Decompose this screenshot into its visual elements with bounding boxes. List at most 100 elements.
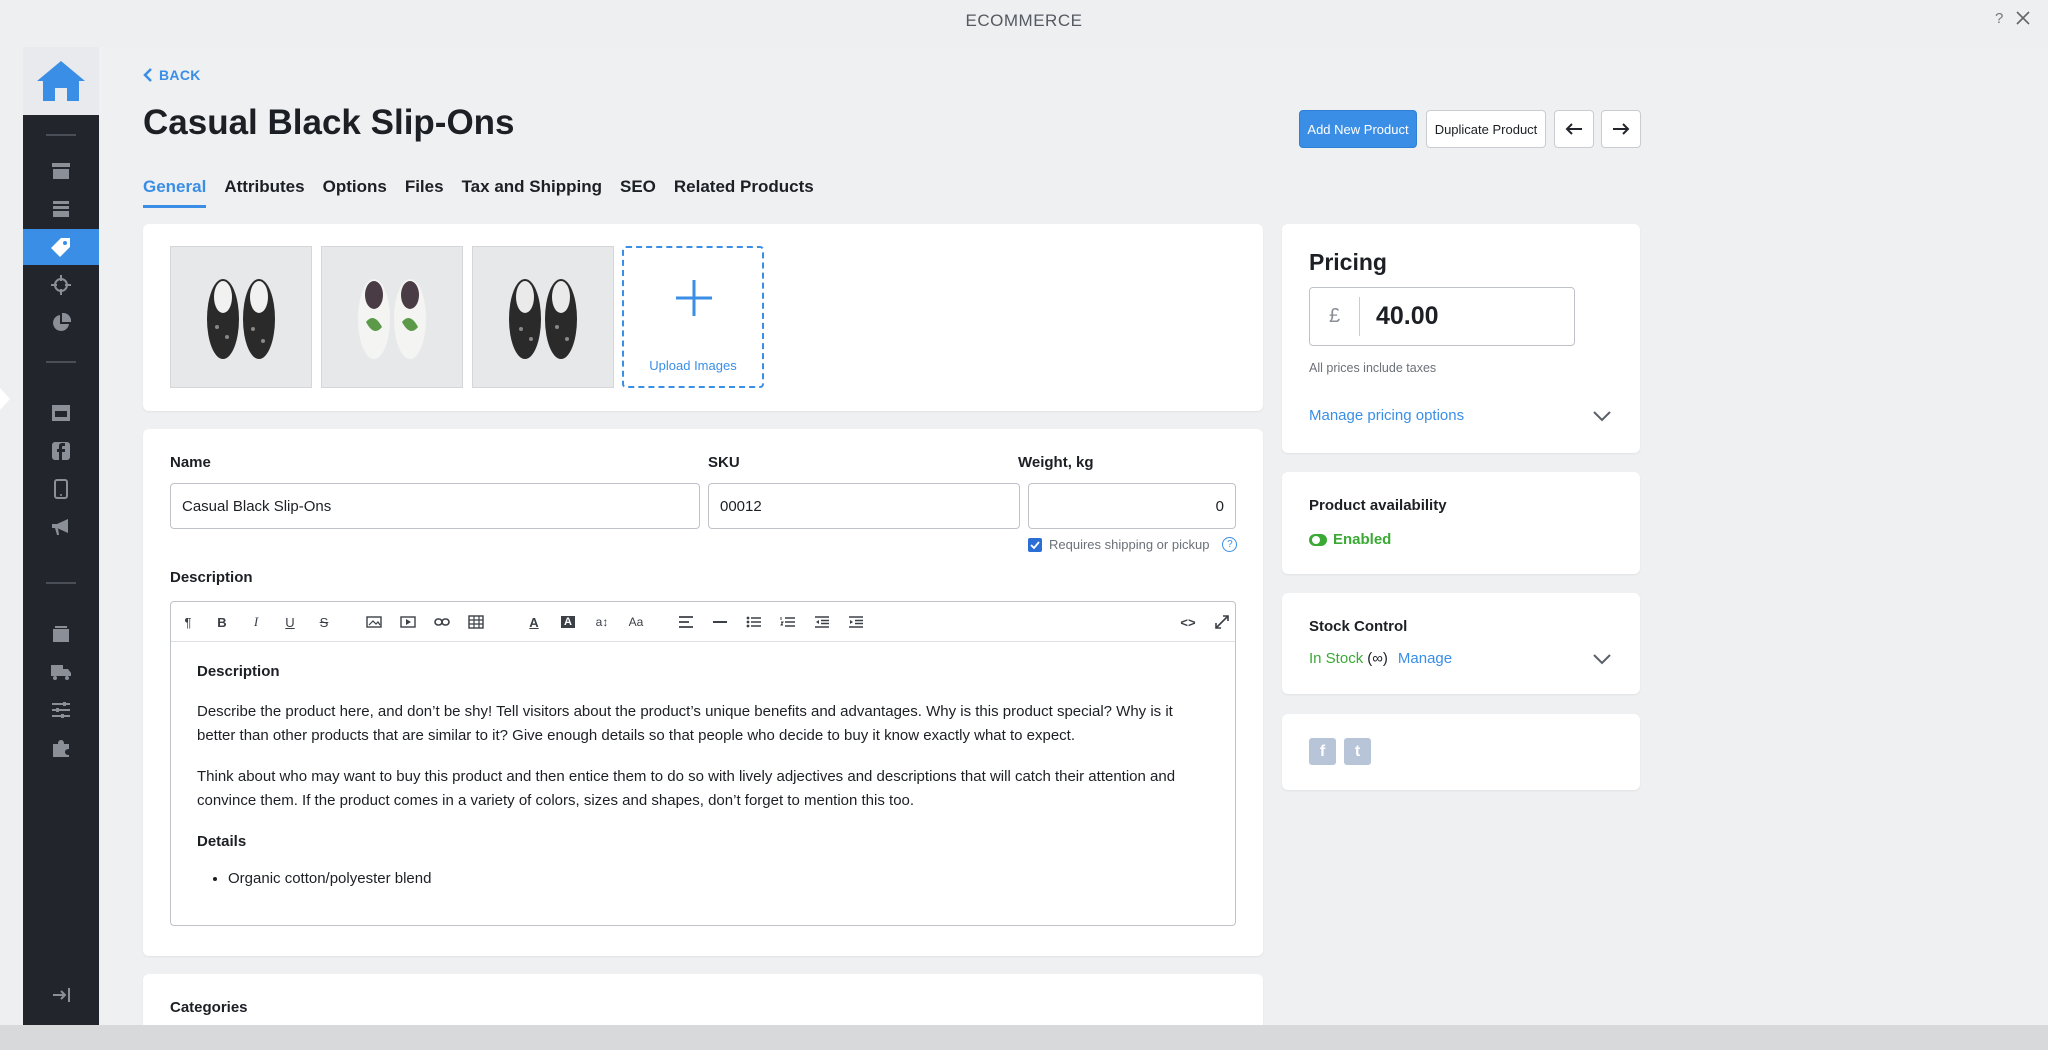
- shoe-image: [207, 279, 275, 359]
- sku-label: SKU: [708, 454, 740, 471]
- tab-tax-and-shipping[interactable]: Tax and Shipping: [462, 177, 602, 208]
- categories-card: Categories: [143, 974, 1263, 1025]
- sidebar-collapse-button[interactable]: [23, 977, 99, 1013]
- shoe-image: [509, 279, 577, 359]
- stock-quantity: (∞): [1367, 650, 1388, 667]
- background-color-icon[interactable]: A: [557, 612, 579, 632]
- main-content: BACK Casual Black Slip-Ons Add New Produ…: [99, 47, 2048, 1025]
- help-icon[interactable]: ?: [1222, 537, 1238, 552]
- link-icon[interactable]: [431, 612, 453, 632]
- strikethrough-icon[interactable]: S: [313, 612, 335, 632]
- tab-general[interactable]: General: [143, 177, 207, 208]
- availability-toggle[interactable]: Enabled: [1309, 531, 1391, 548]
- facebook-share-icon[interactable]: f: [1309, 738, 1336, 765]
- upload-images-button[interactable]: Upload Images: [622, 246, 764, 388]
- previous-product-button[interactable]: [1554, 110, 1594, 148]
- underline-icon[interactable]: U: [279, 612, 301, 632]
- mobile-icon: [54, 479, 68, 499]
- chevron-down-icon[interactable]: [1593, 654, 1611, 665]
- tab-related-products[interactable]: Related Products: [674, 177, 814, 208]
- window-titlebar: ECOMMERCE ?: [0, 0, 2048, 44]
- code-view-icon[interactable]: <>: [1177, 612, 1199, 632]
- back-link[interactable]: BACK: [143, 67, 201, 83]
- tab-attributes[interactable]: Attributes: [224, 177, 304, 208]
- manage-pricing-options-link[interactable]: Manage pricing options: [1309, 407, 1464, 424]
- bullet-list-icon[interactable]: [743, 612, 765, 632]
- prices-include-taxes-note: All prices include taxes: [1309, 361, 1437, 375]
- sidebar-item-settings[interactable]: [23, 692, 99, 728]
- next-product-button[interactable]: [1601, 110, 1641, 148]
- availability-status: Enabled: [1333, 531, 1392, 548]
- price-field[interactable]: £ 40.00: [1309, 287, 1575, 346]
- editor-paragraph: Think about who may want to buy this pro…: [197, 768, 1176, 809]
- editor-toolbar: ¶ B I U S A A a↕ Aa <>: [171, 602, 1235, 642]
- table-icon[interactable]: [465, 612, 487, 632]
- product-availability-card: Product availability Enabled: [1282, 472, 1640, 574]
- price-value: 40.00: [1376, 302, 1439, 330]
- sidebar-divider: [46, 582, 76, 584]
- truck-icon: [51, 665, 71, 680]
- font-size-icon[interactable]: a↕: [591, 612, 613, 632]
- sidebar-item-orders[interactable]: [23, 191, 99, 227]
- indent-icon[interactable]: [845, 612, 867, 632]
- product-image-thumbnail[interactable]: [321, 246, 463, 388]
- chevron-down-icon[interactable]: [1593, 411, 1611, 422]
- pie-chart-icon: [53, 313, 71, 331]
- window-title: ECOMMERCE: [965, 11, 1083, 30]
- sidebar-item-promote[interactable]: [23, 509, 99, 545]
- product-image-thumbnail[interactable]: [472, 246, 614, 388]
- sidebar-item-facebook[interactable]: [23, 433, 99, 469]
- weight-field[interactable]: 0: [1028, 483, 1236, 529]
- sidebar-item-shipping[interactable]: [23, 654, 99, 690]
- twitter-share-icon[interactable]: t: [1344, 738, 1371, 765]
- italic-icon[interactable]: I: [245, 612, 267, 632]
- collapse-icon: [53, 988, 70, 1002]
- tab-options[interactable]: Options: [323, 177, 387, 208]
- bold-icon[interactable]: B: [211, 612, 233, 632]
- close-icon[interactable]: [2014, 9, 2032, 27]
- outdent-icon[interactable]: [811, 612, 833, 632]
- sku-field[interactable]: 00012: [708, 483, 1020, 529]
- video-icon[interactable]: [397, 612, 419, 632]
- checkmark-icon: [1030, 540, 1040, 549]
- wallet-icon: [53, 626, 69, 642]
- name-field[interactable]: Casual Black Slip-Ons: [170, 483, 700, 529]
- description-editor[interactable]: ¶ B I U S A A a↕ Aa <> Description Descr…: [170, 601, 1236, 926]
- numbered-list-icon[interactable]: [777, 612, 799, 632]
- product-image-thumbnail[interactable]: [170, 246, 312, 388]
- product-availability-title: Product availability: [1309, 497, 1447, 514]
- sidebar-item-reports[interactable]: [23, 305, 99, 341]
- sidebar-item-mobile[interactable]: [23, 471, 99, 507]
- requires-shipping-checkbox[interactable]: [1028, 537, 1042, 552]
- stock-status-line: In Stock (∞) Manage: [1309, 650, 1452, 667]
- sidebar-item-storefront[interactable]: [23, 395, 99, 431]
- help-icon[interactable]: ?: [1995, 10, 2003, 27]
- font-family-icon[interactable]: Aa: [625, 612, 647, 632]
- tab-seo[interactable]: SEO: [620, 177, 656, 208]
- align-icon[interactable]: [675, 612, 697, 632]
- sidebar-item-store[interactable]: [23, 153, 99, 189]
- sidebar-item-catalog[interactable]: [23, 229, 99, 265]
- sidebar-divider: [46, 361, 76, 363]
- add-new-product-button[interactable]: Add New Product: [1299, 110, 1417, 148]
- plus-icon: [676, 280, 712, 316]
- fullscreen-icon[interactable]: [1211, 612, 1233, 632]
- paragraph-icon[interactable]: ¶: [177, 612, 199, 632]
- sidebar-item-marketing[interactable]: [23, 267, 99, 303]
- sidebar-item-payments[interactable]: [23, 616, 99, 652]
- product-tabs: General Attributes Options Files Tax and…: [143, 177, 814, 208]
- manage-stock-link[interactable]: Manage: [1398, 650, 1452, 667]
- duplicate-product-button[interactable]: Duplicate Product: [1426, 110, 1546, 148]
- horizontal-rule-icon[interactable]: [709, 612, 731, 632]
- editor-bullet-list: Organic cotton/polyester blend: [228, 867, 1209, 891]
- requires-shipping-label: Requires shipping or pickup: [1049, 537, 1210, 552]
- text-color-icon[interactable]: A: [523, 612, 545, 632]
- sidebar-item-apps[interactable]: [23, 730, 99, 766]
- tab-files[interactable]: Files: [405, 177, 444, 208]
- megaphone-icon: [52, 519, 68, 535]
- weight-label: Weight, kg: [1018, 454, 1094, 471]
- sidebar: [23, 47, 99, 1025]
- product-details-card: Name SKU Weight, kg Casual Black Slip-On…: [143, 429, 1263, 956]
- home-button[interactable]: [23, 47, 99, 115]
- image-icon[interactable]: [363, 612, 385, 632]
